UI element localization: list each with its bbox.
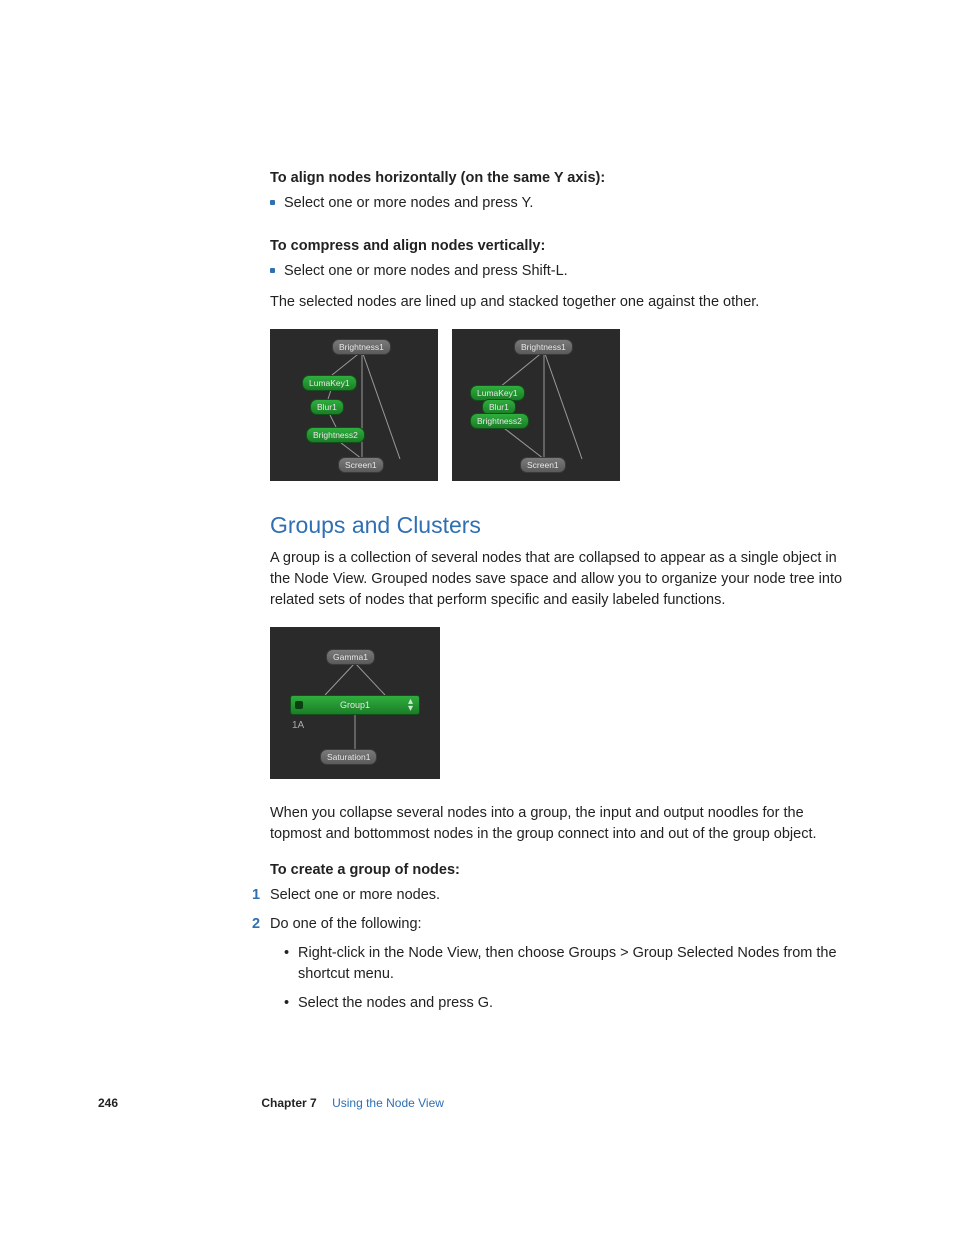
node-screen1: Screen1 xyxy=(338,457,384,473)
text-groups-intro: A group is a collection of several nodes… xyxy=(270,548,844,611)
text-groups-collapse: When you collapse several nodes into a g… xyxy=(270,803,844,845)
step-1: Select one or more nodes. xyxy=(270,885,844,906)
heading-create-group: To create a group of nodes: xyxy=(270,860,844,881)
updown-icon: ▴▾ xyxy=(408,698,413,712)
heading-compress-vertical: To compress and align nodes vertically: xyxy=(270,236,844,257)
group-diagram: Gamma1 Group1 ▴▾ 1A Saturation1 xyxy=(270,627,440,779)
node-diagram-row: Brightness1 LumaKey1 Blur1 Brightness2 S… xyxy=(270,329,844,481)
node-blur1: Blur1 xyxy=(310,399,344,415)
node-brightness2: Brightness2 xyxy=(306,427,365,443)
bullet-align-horizontal: Select one or more nodes and press Y. xyxy=(270,193,844,214)
page-footer: 246 Chapter 7 Using the Node View xyxy=(98,1095,844,1112)
node-brightness1: Brightness1 xyxy=(514,339,573,355)
node-saturation1: Saturation1 xyxy=(320,749,377,765)
heading-align-horizontal: To align nodes horizontally (on the same… xyxy=(270,168,844,189)
step-2-text: Do one of the following: xyxy=(270,916,422,932)
node-panel-before: Brightness1 LumaKey1 Blur1 Brightness2 S… xyxy=(270,329,438,481)
chapter-title: Using the Node View xyxy=(332,1096,444,1110)
node-panel-after: Brightness1 LumaKey1 Blur1 Brightness2 S… xyxy=(452,329,620,481)
port-label-1a: 1A xyxy=(292,719,304,734)
node-group1-label: Group1 xyxy=(340,700,370,710)
page-number: 246 xyxy=(98,1096,118,1110)
node-brightness2: Brightness2 xyxy=(470,413,529,429)
substep-right-click: Right-click in the Node View, then choos… xyxy=(270,943,844,985)
group-indicator-icon xyxy=(295,701,303,709)
step-2: Do one of the following: Right-click in … xyxy=(270,914,844,1014)
node-screen1: Screen1 xyxy=(520,457,566,473)
chapter-label: Chapter 7 xyxy=(261,1096,316,1110)
heading-groups-clusters: Groups and Clusters xyxy=(270,509,844,542)
node-gamma1: Gamma1 xyxy=(326,649,375,665)
text-compress-result: The selected nodes are lined up and stac… xyxy=(270,292,844,313)
substep-press-g: Select the nodes and press G. xyxy=(270,993,844,1014)
bullet-compress-vertical: Select one or more nodes and press Shift… xyxy=(270,261,844,282)
node-brightness1: Brightness1 xyxy=(332,339,391,355)
node-lumakey1: LumaKey1 xyxy=(302,375,357,391)
node-group1: Group1 ▴▾ xyxy=(290,695,420,715)
